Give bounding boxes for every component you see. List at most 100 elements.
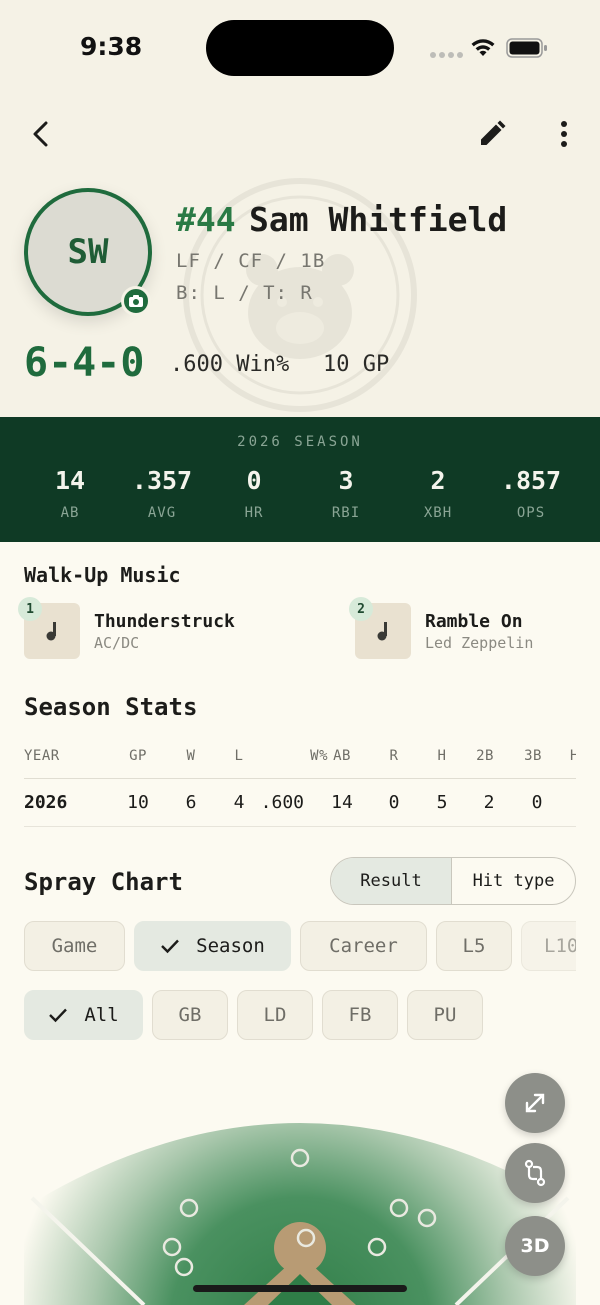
col-header: 2B [476,748,494,764]
table-cell: 6 [185,792,197,813]
edit-button[interactable] [472,114,512,154]
stat-hr: 0 HR [244,466,264,521]
filter-gb[interactable]: GB [152,990,228,1040]
expand-button[interactable] [505,1073,565,1133]
chip-label: Game [51,935,98,957]
chip-label: FB [348,1004,372,1026]
battery-icon [506,38,547,58]
3d-view-button[interactable]: 3D [505,1216,565,1276]
stat-rbi: 3 RBI [331,466,361,521]
col-header: W [186,748,196,764]
chip-label: LD [263,1004,287,1026]
filter-all[interactable]: All [24,990,143,1040]
chip-label: L10 [544,935,576,957]
signal-dots-icon [430,52,463,58]
col-header: H [437,748,447,764]
baseball-field [24,1078,576,1305]
walkup-song-2[interactable]: 2 Ramble On Led Zeppelin [349,597,576,661]
filter-ld[interactable]: LD [237,990,313,1040]
change-photo-button[interactable] [121,286,151,316]
music-note-icon [377,622,387,641]
dynamic-island [206,20,394,76]
win-percentage: .600 Win% [170,352,290,377]
table-cell: 2026 [24,792,68,813]
arrow-left-icon [33,121,48,147]
filter-l5[interactable]: L5 [436,921,512,971]
col-header: R [389,748,399,764]
song-order-badge: 1 [18,597,42,621]
wifi-icon [471,39,495,56]
filter-pu[interactable]: PU [407,990,483,1040]
table-divider [24,826,576,827]
pencil-icon [481,120,506,145]
stat-xbh: 2 XBH [423,466,453,521]
toggle-result[interactable]: Result [331,858,453,904]
more-vertical-icon [561,121,567,147]
status-time: 9:38 [80,32,143,61]
chip-label: Career [329,935,398,957]
check-icon [161,939,180,954]
camera-icon [129,295,143,307]
season-label: 2026 SEASON [237,434,363,450]
chip-label: All [84,1004,119,1026]
player-header: 9:38 SW #44 Sam Whitfield LF / CF / 1B B… [0,0,600,417]
filter-career[interactable]: Career [300,921,427,971]
expand-icon [525,1093,545,1113]
more-button[interactable] [546,114,582,154]
table-cell: .600 [260,792,304,813]
table-cell: 14 [331,792,353,813]
table-cell: 4 [233,792,245,813]
spray-view-toggle: Result Hit type [330,857,576,905]
toggle-hit-type[interactable]: Hit type [452,858,575,904]
stat-avg: .357 AVG [131,466,193,521]
spray-chart-field [24,1078,576,1305]
col-header: YEAR [24,748,60,764]
season-stats-title: Season Stats [24,693,198,721]
song-artist: AC/DC [94,634,140,652]
avatar-initials: SW [67,232,109,272]
song-order-badge: 2 [349,597,373,621]
season-stats-table: YEAR GP W L W% AB R H 2B 3B HR 2026 10 6… [24,740,576,830]
table-cell: 5 [436,792,448,813]
chip-label: GB [178,1004,202,1026]
filter-l10[interactable]: L10 [521,921,576,971]
jersey-number: #44 [176,200,236,239]
filter-season[interactable]: Season [134,921,291,971]
table-divider [24,778,576,779]
bats-throws: B: L / T: R [176,282,313,304]
col-header: W% [310,748,328,764]
song-artist: Led Zeppelin [425,634,534,652]
filter-game[interactable]: Game [24,921,125,971]
win-loss-record: 6-4-0 [24,340,145,386]
table-cell: 10 [127,792,149,813]
3d-label: 3D [520,1235,550,1257]
player-positions: LF / CF / 1B [176,250,326,272]
song-title: Thunderstruck [94,611,235,632]
games-played: 10 GP [323,352,390,377]
chip-label: L5 [462,935,486,957]
stat-ops: .857 OPS [500,466,562,521]
chip-label: Season [196,935,265,957]
col-header: 3B [524,748,542,764]
home-indicator [193,1285,407,1292]
col-header: AB [333,748,351,764]
music-note-icon [46,622,56,641]
player-name: Sam Whitfield [249,200,508,239]
col-header: L [234,748,244,764]
spray-chart-title: Spray Chart [24,868,183,896]
route-icon [524,1159,546,1187]
table-cell: 2 [483,792,495,813]
song-title: Ramble On [425,611,523,632]
table-cell: 0 [531,792,543,813]
col-header: HR [570,748,576,764]
check-icon [49,1008,68,1023]
walkup-title: Walk-Up Music [24,563,181,587]
chip-label: PU [433,1004,457,1026]
table-cell: 0 [388,792,400,813]
filter-fb[interactable]: FB [322,990,398,1040]
back-button[interactable] [22,114,62,154]
stat-ab: 14 AB [54,466,86,521]
walkup-song-1[interactable]: 1 Thunderstruck AC/DC [18,597,324,661]
trajectory-button[interactable] [505,1143,565,1203]
status-bar: 9:38 [0,0,600,96]
